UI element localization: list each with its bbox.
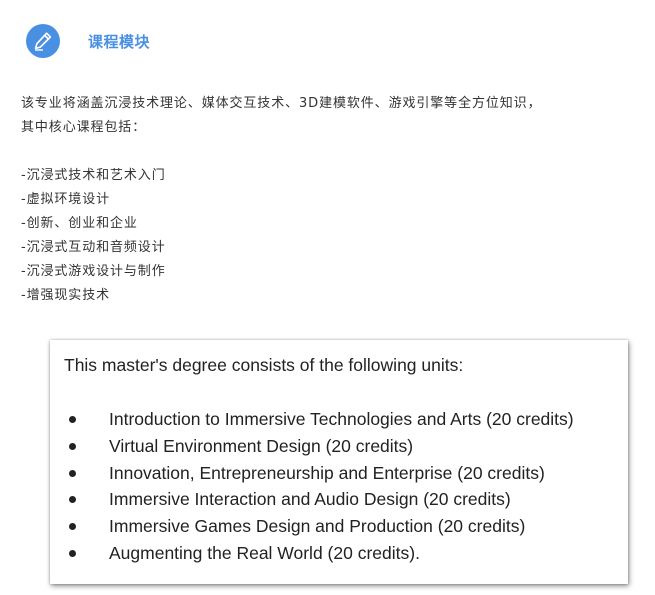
unit-label: Innovation, Entrepreneurship and Enterpr…	[109, 462, 545, 483]
intro-line-1: 该专业将涵盖沉浸技术理论、媒体交互技术、3D建模软件、游戏引擎等全方位知识，	[21, 96, 542, 111]
section-title: 课程模块	[88, 32, 151, 51]
unit-label: Immersive Games Design and Production (2…	[109, 516, 526, 537]
list-item: -创新、创业和企业	[21, 216, 138, 231]
english-units-card: This master's degree consists of the fol…	[50, 340, 628, 584]
bullet-icon	[69, 469, 76, 477]
section-header: 课程模块	[26, 24, 150, 58]
chinese-course-list: -沉浸式技术和艺术入门 -虚拟环境设计 -创新、创业和企业 -沉浸式互动和音频设…	[21, 164, 166, 308]
list-item: Immersive Interaction and Audio Design (…	[64, 486, 574, 513]
list-item: Immersive Games Design and Production (2…	[64, 513, 574, 540]
bullet-icon	[69, 496, 76, 504]
unit-label: Immersive Interaction and Audio Design (…	[109, 489, 511, 510]
list-item: -增强现实技术	[21, 288, 110, 303]
intro-paragraph: 该专业将涵盖沉浸技术理论、媒体交互技术、3D建模软件、游戏引擎等全方位知识， 其…	[21, 92, 651, 140]
list-item: -沉浸式游戏设计与制作	[21, 264, 166, 279]
list-item: Augmenting the Real World (20 credits).	[64, 540, 574, 567]
pencil-icon	[26, 24, 60, 58]
card-title: This master's degree consists of the fol…	[64, 355, 464, 375]
unit-list: Introduction to Immersive Technologies a…	[64, 406, 574, 567]
unit-label: Virtual Environment Design (20 credits)	[109, 435, 414, 456]
list-item: Virtual Environment Design (20 credits)	[64, 433, 574, 460]
bullet-icon	[69, 442, 76, 450]
list-item: -沉浸式技术和艺术入门	[21, 168, 166, 183]
pencil-icon-glyph	[34, 32, 52, 51]
list-item: -虚拟环境设计	[21, 192, 110, 207]
bullet-icon	[69, 523, 76, 531]
bullet-icon	[69, 549, 76, 557]
list-item: -沉浸式互动和音频设计	[21, 240, 166, 255]
bullet-icon	[69, 416, 76, 423]
unit-label: Augmenting the Real World (20 credits).	[109, 542, 420, 563]
list-item: Innovation, Entrepreneurship and Enterpr…	[64, 460, 574, 487]
intro-line-2: 其中核心课程包括：	[21, 120, 147, 135]
list-item: Introduction to Immersive Technologies a…	[64, 406, 574, 433]
unit-label: Introduction to Immersive Technologies a…	[109, 409, 574, 429]
